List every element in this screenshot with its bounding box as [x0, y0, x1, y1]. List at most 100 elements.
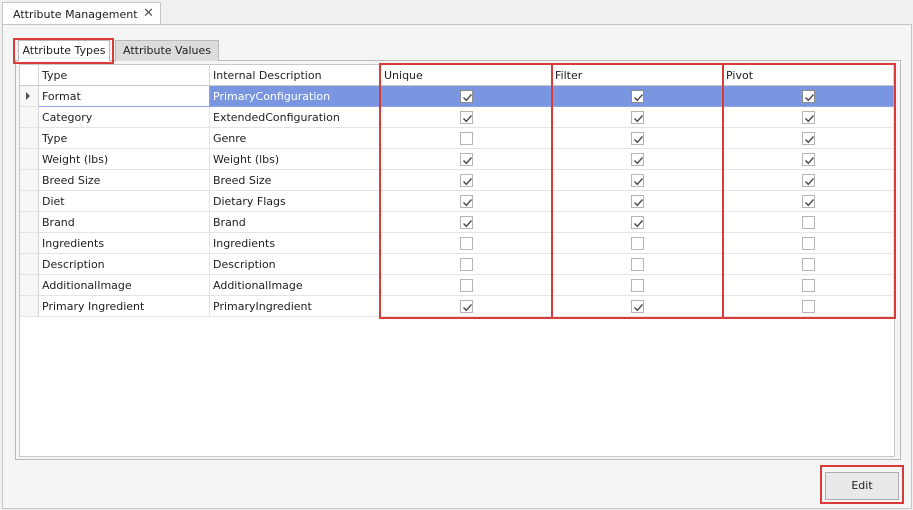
unique-cell[interactable] — [381, 296, 552, 317]
pivot-checkbox[interactable] — [802, 279, 815, 292]
row-indicator[interactable] — [20, 275, 39, 296]
attribute-types-grid[interactable]: Type Internal Description Unique Filter … — [19, 64, 895, 457]
table-row[interactable]: Format PrimaryConfiguration — [20, 86, 894, 107]
pivot-checkbox[interactable] — [802, 216, 815, 229]
row-indicator[interactable] — [20, 149, 39, 170]
pivot-cell[interactable] — [723, 107, 894, 128]
table-row[interactable]: Primary Ingredient PrimaryIngredient — [20, 296, 894, 317]
table-row[interactable]: Category ExtendedConfiguration — [20, 107, 894, 128]
description-cell[interactable]: PrimaryIngredient — [210, 296, 381, 317]
unique-cell[interactable] — [381, 212, 552, 233]
filter-checkbox[interactable] — [631, 195, 644, 208]
row-indicator[interactable] — [20, 296, 39, 317]
filter-cell[interactable] — [552, 128, 723, 149]
pivot-cell[interactable] — [723, 191, 894, 212]
unique-checkbox[interactable] — [460, 279, 473, 292]
description-cell[interactable]: Breed Size — [210, 170, 381, 191]
type-cell[interactable]: Description — [39, 254, 210, 275]
document-tab-attribute-management[interactable]: Attribute Management ✕ — [2, 2, 161, 25]
pivot-cell[interactable] — [723, 296, 894, 317]
table-row[interactable]: Weight (lbs) Weight (lbs) — [20, 149, 894, 170]
row-indicator[interactable] — [20, 86, 39, 107]
unique-cell[interactable] — [381, 233, 552, 254]
filter-cell[interactable] — [552, 275, 723, 296]
unique-cell[interactable] — [381, 275, 552, 296]
pivot-checkbox[interactable] — [802, 258, 815, 271]
filter-checkbox[interactable] — [631, 216, 644, 229]
row-indicator[interactable] — [20, 128, 39, 149]
description-cell[interactable]: Dietary Flags — [210, 191, 381, 212]
unique-cell[interactable] — [381, 149, 552, 170]
unique-cell[interactable] — [381, 191, 552, 212]
unique-checkbox[interactable] — [460, 216, 473, 229]
row-indicator[interactable] — [20, 191, 39, 212]
description-cell[interactable]: PrimaryConfiguration — [210, 86, 381, 107]
filter-cell[interactable] — [552, 254, 723, 275]
column-header-internal-description[interactable]: Internal Description — [210, 65, 381, 86]
pivot-cell[interactable] — [723, 128, 894, 149]
filter-cell[interactable] — [552, 296, 723, 317]
pivot-checkbox[interactable] — [802, 132, 815, 145]
unique-checkbox[interactable] — [460, 174, 473, 187]
filter-checkbox[interactable] — [631, 132, 644, 145]
filter-checkbox[interactable] — [631, 237, 644, 250]
table-row[interactable]: Brand Brand — [20, 212, 894, 233]
table-row[interactable]: Type Genre — [20, 128, 894, 149]
filter-cell[interactable] — [552, 107, 723, 128]
column-header-filter[interactable]: Filter — [552, 65, 723, 86]
unique-checkbox[interactable] — [460, 153, 473, 166]
description-cell[interactable]: Ingredients — [210, 233, 381, 254]
pivot-cell[interactable] — [723, 86, 894, 107]
close-icon[interactable]: ✕ — [143, 6, 154, 21]
type-cell[interactable]: AdditionalImage — [39, 275, 210, 296]
row-indicator[interactable] — [20, 254, 39, 275]
pivot-checkbox[interactable] — [802, 195, 815, 208]
table-row[interactable]: Description Description — [20, 254, 894, 275]
filter-checkbox[interactable] — [631, 153, 644, 166]
column-header-unique[interactable]: Unique — [381, 65, 552, 86]
unique-checkbox[interactable] — [460, 237, 473, 250]
unique-checkbox[interactable] — [460, 90, 473, 103]
row-indicator[interactable] — [20, 170, 39, 191]
row-indicator[interactable] — [20, 233, 39, 254]
type-cell[interactable]: Diet — [39, 191, 210, 212]
pivot-checkbox[interactable] — [802, 237, 815, 250]
row-indicator[interactable] — [20, 107, 39, 128]
type-cell[interactable]: Format — [39, 86, 210, 107]
filter-checkbox[interactable] — [631, 258, 644, 271]
filter-cell[interactable] — [552, 233, 723, 254]
filter-checkbox[interactable] — [631, 90, 644, 103]
filter-checkbox[interactable] — [631, 300, 644, 313]
type-cell[interactable]: Breed Size — [39, 170, 210, 191]
pivot-checkbox[interactable] — [802, 174, 815, 187]
description-cell[interactable]: Description — [210, 254, 381, 275]
filter-cell[interactable] — [552, 212, 723, 233]
pivot-checkbox[interactable] — [802, 111, 815, 124]
filter-cell[interactable] — [552, 170, 723, 191]
description-cell[interactable]: Brand — [210, 212, 381, 233]
tab-attribute-values[interactable]: Attribute Values — [115, 40, 219, 61]
unique-checkbox[interactable] — [460, 300, 473, 313]
column-header-type[interactable]: Type — [39, 65, 210, 86]
pivot-cell[interactable] — [723, 275, 894, 296]
filter-checkbox[interactable] — [631, 174, 644, 187]
type-cell[interactable]: Weight (lbs) — [39, 149, 210, 170]
unique-cell[interactable] — [381, 128, 552, 149]
edit-button[interactable]: Edit — [825, 472, 899, 500]
unique-cell[interactable] — [381, 254, 552, 275]
table-row[interactable]: AdditionalImage AdditionalImage — [20, 275, 894, 296]
row-indicator[interactable] — [20, 212, 39, 233]
unique-checkbox[interactable] — [460, 111, 473, 124]
filter-cell[interactable] — [552, 191, 723, 212]
type-cell[interactable]: Category — [39, 107, 210, 128]
pivot-cell[interactable] — [723, 233, 894, 254]
type-cell[interactable]: Brand — [39, 212, 210, 233]
unique-checkbox[interactable] — [460, 258, 473, 271]
type-cell[interactable]: Ingredients — [39, 233, 210, 254]
pivot-cell[interactable] — [723, 149, 894, 170]
pivot-checkbox[interactable] — [802, 153, 815, 166]
unique-checkbox[interactable] — [460, 195, 473, 208]
pivot-cell[interactable] — [723, 254, 894, 275]
description-cell[interactable]: Genre — [210, 128, 381, 149]
unique-cell[interactable] — [381, 107, 552, 128]
